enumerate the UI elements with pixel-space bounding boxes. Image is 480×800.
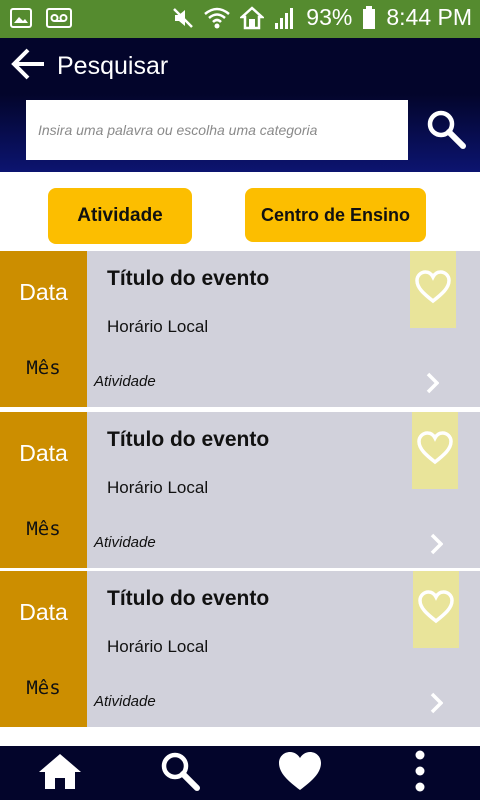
arrow-left-icon — [10, 48, 46, 85]
back-button[interactable] — [8, 48, 48, 84]
favorite-button[interactable] — [413, 571, 459, 648]
chevron-right-icon[interactable] — [426, 530, 446, 558]
date-block: Data Mês — [0, 251, 87, 407]
search-icon — [425, 108, 467, 155]
event-day: Data — [19, 440, 68, 466]
status-bar: 93% 8:44 PM — [0, 0, 480, 38]
home-icon — [37, 751, 83, 796]
chevron-right-icon[interactable] — [426, 689, 446, 717]
favorite-button[interactable] — [410, 251, 456, 328]
search-icon — [160, 751, 200, 796]
mute-icon — [172, 6, 194, 30]
search-input[interactable] — [26, 100, 408, 160]
event-month: Mês — [26, 677, 61, 699]
image-icon — [10, 8, 32, 28]
event-category: Atividade — [94, 534, 156, 551]
centro-de-ensino-filter-button[interactable]: Centro de Ensino — [245, 188, 426, 242]
more-vertical-icon — [414, 749, 426, 798]
event-title: Título do evento — [107, 267, 270, 290]
heart-outline-icon — [414, 270, 452, 309]
app-bar: Pesquisar — [0, 38, 480, 94]
event-card[interactable]: Data Mês Título do evento Horário Local … — [0, 412, 480, 568]
home-icon — [240, 5, 265, 30]
event-title: Título do evento — [107, 428, 270, 451]
event-time-place: Horário Local — [107, 478, 209, 497]
event-category: Atividade — [94, 373, 156, 390]
nav-search-button[interactable] — [150, 746, 210, 800]
heart-icon — [277, 750, 323, 797]
event-time-place: Horário Local — [107, 637, 209, 656]
clock: 8:44 PM — [386, 4, 472, 30]
signal-icon — [274, 6, 296, 30]
event-time-place: Horário Local — [107, 317, 209, 336]
favorite-button[interactable] — [412, 412, 458, 489]
date-block: Data Mês — [0, 412, 87, 568]
search-button[interactable] — [420, 106, 472, 156]
app-root: 93% 8:44 PM Pesquisar Atividade Centro d… — [0, 0, 480, 800]
event-month: Mês — [26, 518, 61, 540]
event-category: Atividade — [94, 693, 156, 710]
event-title: Título do evento — [107, 587, 270, 610]
battery-icon — [362, 5, 376, 30]
event-day: Data — [19, 279, 68, 305]
voicemail-icon — [46, 8, 72, 28]
heart-outline-icon — [417, 590, 455, 629]
battery-percent: 93% — [306, 4, 353, 30]
wifi-icon — [204, 6, 231, 30]
heart-outline-icon — [416, 431, 454, 470]
date-block: Data Mês — [0, 571, 87, 727]
nav-home-button[interactable] — [30, 746, 90, 800]
atividade-filter-button[interactable]: Atividade — [48, 188, 192, 244]
nav-more-button[interactable] — [390, 746, 450, 800]
event-card[interactable]: Data Mês Título do evento Horário Local … — [0, 251, 480, 407]
search-panel — [0, 94, 480, 172]
chevron-right-icon[interactable] — [422, 369, 442, 397]
nav-favorites-button[interactable] — [270, 746, 330, 800]
bottom-nav — [0, 746, 480, 800]
event-card[interactable]: Data Mês Título do evento Horário Local … — [0, 571, 480, 727]
page-title: Pesquisar — [57, 52, 169, 80]
event-day: Data — [19, 599, 68, 625]
event-month: Mês — [26, 357, 61, 379]
filter-row: Atividade Centro de Ensino — [0, 172, 480, 250]
